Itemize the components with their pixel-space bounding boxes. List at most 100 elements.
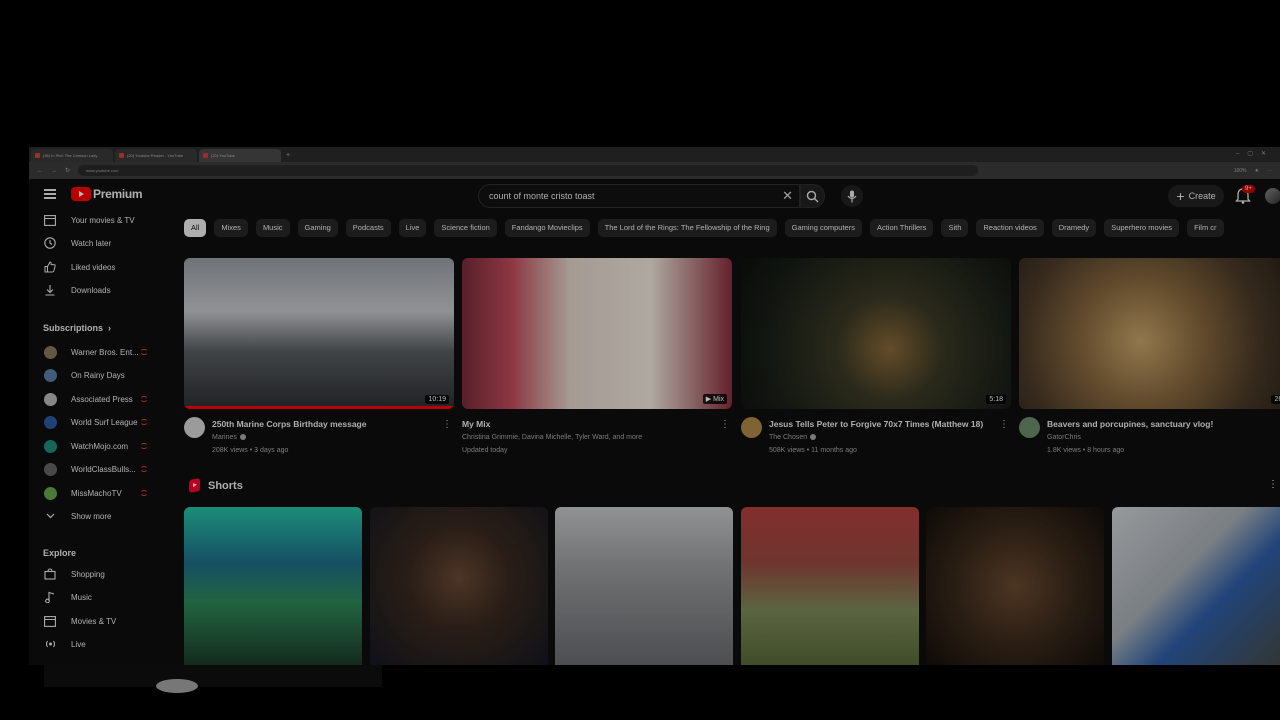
video-meta: Beavers and porcupines, sanctuary vlog! … bbox=[1019, 409, 1280, 461]
more-options-icon[interactable]: ⋮ bbox=[1268, 479, 1278, 490]
video-thumbnail[interactable]: 10:19 bbox=[184, 258, 454, 409]
more-options-icon[interactable]: ⋮ bbox=[999, 419, 1009, 430]
youtube-premium-logo[interactable]: Premium bbox=[71, 187, 143, 201]
subscription-label: MissMachoTV bbox=[71, 488, 122, 498]
sidebar-item-label: Live bbox=[71, 639, 86, 649]
sidebar-item-your-movies[interactable]: Your movies & TV bbox=[29, 209, 169, 231]
video-channel[interactable]: Marines bbox=[212, 434, 246, 441]
channel-avatar bbox=[43, 368, 57, 382]
subscription-label: Associated Press bbox=[71, 394, 133, 404]
channel-avatar[interactable] bbox=[1019, 417, 1040, 438]
video-title[interactable]: 250th Marine Corps Birthday message bbox=[212, 419, 366, 429]
channel-avatar bbox=[43, 345, 57, 359]
subscription-label: Warner Bros. Ent... bbox=[71, 347, 139, 357]
chip[interactable]: Live bbox=[398, 219, 427, 237]
short-thumbnail[interactable] bbox=[184, 507, 362, 665]
video-card[interactable]: 5:18 Jesus Tells Peter to Forgive 70x7 T… bbox=[741, 258, 1011, 461]
short-thumbnail[interactable] bbox=[741, 507, 919, 665]
chip[interactable]: Superhero movies bbox=[1104, 219, 1180, 237]
mix-badge: ▶︎ Mix bbox=[702, 394, 727, 404]
video-card[interactable]: ▶︎ Mix My Mix Christina Grimmie, Davina … bbox=[462, 258, 732, 461]
chip[interactable]: Action Thrillers bbox=[869, 219, 934, 237]
film-icon bbox=[43, 213, 57, 227]
video-duration: 26:38 bbox=[1271, 395, 1280, 404]
chip[interactable]: Sith bbox=[941, 219, 969, 237]
sidebar-item-subscription[interactable]: Warner Bros. Ent... bbox=[29, 341, 169, 363]
hamburger-menu-icon[interactable] bbox=[44, 189, 56, 199]
sidebar-item-watch-later[interactable]: Watch later bbox=[29, 232, 169, 254]
channel-avatar[interactable] bbox=[741, 417, 762, 438]
more-options-icon[interactable]: ⋮ bbox=[442, 419, 452, 430]
browser-tab-active[interactable]: (20) YouTube bbox=[199, 149, 281, 162]
chip[interactable]: Gaming computers bbox=[784, 219, 862, 237]
sidebar-item-subscription[interactable]: Associated Press bbox=[29, 388, 169, 410]
sidebar-item-shopping[interactable]: Shopping bbox=[29, 563, 169, 585]
user-avatar[interactable] bbox=[1265, 188, 1280, 204]
sidebar-item-music[interactable]: Music bbox=[29, 586, 169, 608]
video-thumbnail[interactable]: 5:18 bbox=[741, 258, 1011, 409]
sidebar-item-downloads[interactable]: Downloads bbox=[29, 279, 169, 301]
live-indicator-icon bbox=[140, 466, 148, 472]
explore-title: Explore bbox=[43, 548, 77, 558]
video-title[interactable]: Beavers and porcupines, sanctuary vlog! bbox=[1047, 419, 1213, 429]
new-tab-icon[interactable]: + bbox=[286, 149, 290, 162]
sidebar-item-subscription[interactable]: World Surf League bbox=[29, 411, 169, 433]
channel-avatar[interactable] bbox=[184, 417, 205, 438]
chip[interactable]: The Lord of the Rings: The Fellowship of… bbox=[597, 219, 777, 237]
chip[interactable]: Podcasts bbox=[345, 219, 391, 237]
menu-dots-icon[interactable]: ⋯ bbox=[1267, 168, 1272, 174]
verified-check-icon bbox=[810, 434, 817, 441]
video-title[interactable]: Jesus Tells Peter to Forgive 70x7 Times … bbox=[769, 419, 983, 429]
star-icon[interactable]: ★ bbox=[1255, 168, 1259, 174]
chip[interactable]: Science fiction bbox=[434, 219, 497, 237]
sidebar-item-liked-videos[interactable]: Liked videos bbox=[29, 256, 169, 278]
sidebar-item-movies-tv[interactable]: Movies & TV bbox=[29, 610, 169, 632]
thumb-up-icon bbox=[43, 260, 57, 274]
sidebar-show-more[interactable]: Show more bbox=[29, 505, 169, 527]
create-label: Create bbox=[1188, 191, 1216, 201]
video-channel[interactable]: The Chosen bbox=[769, 434, 817, 441]
subscriptions-heading[interactable]: Subscriptions › bbox=[43, 323, 111, 333]
chevron-down-icon bbox=[43, 509, 57, 523]
search-input[interactable]: count of monte cristo toast ✕ bbox=[478, 184, 800, 208]
chip[interactable]: Film cr bbox=[1187, 219, 1224, 237]
url-field[interactable]: www.youtube.com bbox=[78, 165, 979, 176]
video-channel[interactable]: GatorChris bbox=[1047, 434, 1081, 441]
shorts-title: Shorts bbox=[208, 479, 243, 492]
sidebar-item-subscription[interactable]: WatchMojo.com bbox=[29, 435, 169, 457]
video-title[interactable]: My Mix bbox=[462, 419, 490, 429]
chip[interactable]: Mixes bbox=[214, 219, 248, 237]
sidebar-item-subscription[interactable]: On Rainy Days bbox=[29, 364, 169, 386]
browser-tab[interactable]: (20) Youtube Reader - YouTube bbox=[115, 149, 197, 162]
chip-all[interactable]: All bbox=[184, 219, 207, 237]
forward-icon[interactable]: → bbox=[51, 168, 57, 174]
reload-icon[interactable]: ↻ bbox=[65, 167, 70, 174]
short-thumbnail[interactable] bbox=[926, 507, 1104, 665]
create-button[interactable]: + Create bbox=[1168, 185, 1224, 207]
short-thumbnail[interactable] bbox=[370, 507, 548, 665]
window-controls[interactable]: –▢✕ bbox=[1236, 150, 1274, 157]
video-duration: 5:18 bbox=[986, 395, 1006, 404]
chip[interactable]: Dramedy bbox=[1051, 219, 1097, 237]
live-indicator-icon bbox=[140, 419, 148, 425]
browser-tab[interactable]: (36) In Plot: The Crimson Lady bbox=[31, 149, 113, 162]
zoom-level[interactable]: 100% bbox=[1234, 168, 1247, 174]
sidebar-item-live[interactable]: Live bbox=[29, 633, 169, 655]
video-card[interactable]: 10:19 250th Marine Corps Birthday messag… bbox=[184, 258, 454, 461]
short-thumbnail[interactable] bbox=[555, 507, 733, 665]
chip[interactable]: Gaming bbox=[297, 219, 338, 237]
back-icon[interactable]: ← bbox=[37, 168, 43, 174]
search-button[interactable] bbox=[800, 184, 825, 208]
video-thumbnail[interactable]: 26:38 bbox=[1019, 258, 1280, 409]
clear-search-icon[interactable]: ✕ bbox=[782, 188, 793, 204]
more-options-icon[interactable]: ⋮ bbox=[720, 419, 730, 430]
sidebar-item-subscription[interactable]: WorldClassBulls... bbox=[29, 458, 169, 480]
chip[interactable]: Fandango Movieclips bbox=[504, 219, 590, 237]
voice-search-button[interactable] bbox=[841, 185, 863, 207]
short-thumbnail[interactable] bbox=[1112, 507, 1280, 665]
chip[interactable]: Reaction videos bbox=[976, 219, 1044, 237]
chip[interactable]: Music bbox=[255, 219, 290, 237]
video-card[interactable]: 26:38 Beavers and porcupines, sanctuary … bbox=[1019, 258, 1280, 461]
video-thumbnail[interactable]: ▶︎ Mix bbox=[462, 258, 732, 409]
sidebar-item-subscription[interactable]: MissMachoTV bbox=[29, 482, 169, 504]
